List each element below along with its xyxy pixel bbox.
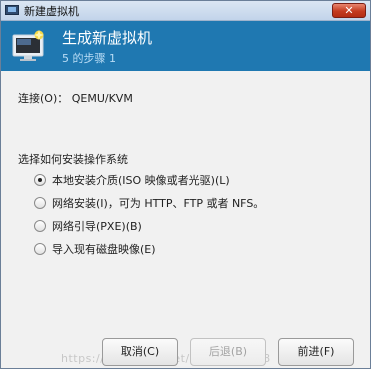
option-label-pxe-boot: 网络引导(PXE)(B) (52, 219, 142, 233)
wizard-header: 生成新虚拟机 5 的步骤 1 (1, 21, 370, 71)
option-label-network-install: 网络安装(I)，可为 HTTP、FTP 或者 NFS。 (52, 196, 265, 210)
install-method-options: 本地安装介质(ISO 映像或者光驱)(L) 网络安装(I)，可为 HTTP、FT… (34, 168, 264, 260)
option-local-media[interactable]: 本地安装介质(ISO 映像或者光驱)(L) (34, 168, 264, 191)
step-indicator: 5 的步骤 1 (62, 52, 116, 65)
title-bar[interactable]: 新建虚拟机 ✕ (1, 1, 370, 21)
radio-pxe-boot[interactable] (34, 219, 46, 232)
close-button[interactable]: ✕ (332, 3, 366, 18)
forward-button[interactable]: 前进(F) (278, 338, 354, 366)
option-label-local-media: 本地安装介质(ISO 映像或者光驱)(L) (52, 173, 230, 187)
install-method-heading: 选择如何安装操作系统 (18, 153, 128, 166)
header-title: 生成新虚拟机 (62, 29, 153, 47)
option-label-import-disk: 导入现有磁盘映像(E) (52, 242, 156, 256)
radio-import-disk[interactable] (34, 242, 46, 255)
new-vm-dialog: 新建虚拟机 ✕ 生成新虚拟机 5 的步骤 1 连接(O)： QEMU/KVM 选… (0, 0, 371, 369)
back-button[interactable]: 后退(B) (190, 338, 266, 366)
option-pxe-boot[interactable]: 网络引导(PXE)(B) (34, 214, 264, 237)
new-vm-monitor-icon (12, 30, 44, 61)
option-import-disk[interactable]: 导入现有磁盘映像(E) (34, 237, 264, 260)
connection-label: 连接(O)： QEMU/KVM (18, 92, 133, 105)
radio-local-media[interactable] (34, 173, 46, 186)
radio-network-install[interactable] (34, 196, 46, 209)
monitor-icon (5, 5, 19, 15)
cancel-button[interactable]: 取消(C) (102, 338, 178, 366)
window-title: 新建虚拟机 (24, 5, 79, 18)
option-network-install[interactable]: 网络安装(I)，可为 HTTP、FTP 或者 NFS。 (34, 191, 264, 214)
